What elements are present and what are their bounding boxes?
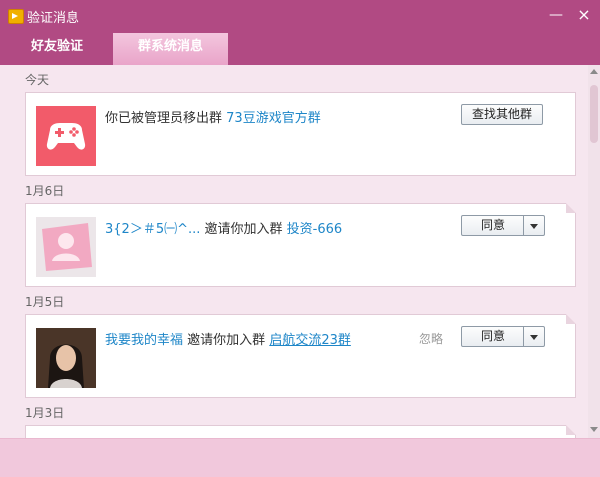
message-text: 3{2＞＃5㈠^... 邀请你加入群 投资-666 xyxy=(105,218,342,237)
tab-friend-verification[interactable]: 好友验证 xyxy=(10,33,104,65)
minimize-button[interactable]: — xyxy=(546,6,566,24)
title-bar: 验证消息 — × xyxy=(0,0,600,33)
scrollbar[interactable] xyxy=(588,65,600,438)
ignore-link[interactable]: 忽略 xyxy=(419,330,443,347)
scroll-thumb[interactable] xyxy=(590,85,598,143)
list-item xyxy=(25,425,576,438)
user-photo xyxy=(36,328,96,388)
group-link[interactable]: 启航交流23群 xyxy=(269,333,351,348)
accept-button[interactable]: 同意 xyxy=(462,216,524,235)
user-link[interactable]: 3{2＞＃5㈠^... xyxy=(105,222,200,237)
scroll-down-icon[interactable] xyxy=(590,427,598,432)
message-text: 我要我的幸福 邀请你加入群 启航交流23群 xyxy=(105,329,351,348)
group-link[interactable]: 投资-666 xyxy=(287,222,343,237)
list-item: 我要我的幸福 邀请你加入群 启航交流23群 忽略 同意 xyxy=(25,314,576,398)
date-header: 今天 xyxy=(25,73,50,87)
group-link[interactable]: 73豆游戏官方群 xyxy=(226,111,321,126)
card-fold xyxy=(566,425,576,435)
date-header: 1月5日 xyxy=(25,295,65,309)
user-link[interactable]: 我要我的幸福 xyxy=(105,333,183,348)
accept-split-button[interactable]: 同意 xyxy=(461,326,545,347)
card-fold xyxy=(566,314,576,324)
tab-bar: 好友验证 群系统消息 xyxy=(0,33,600,65)
message-text: 你已被管理员移出群 73豆游戏官方群 xyxy=(105,107,321,126)
tab-group-system-messages[interactable]: 群系统消息 xyxy=(113,33,228,65)
default-avatar-icon xyxy=(36,217,96,277)
chevron-down-icon[interactable] xyxy=(523,216,544,235)
accept-button[interactable]: 同意 xyxy=(462,327,524,346)
footer-bar xyxy=(0,438,600,477)
gamepad-icon xyxy=(36,106,96,166)
message-action: 邀请你加入群 xyxy=(204,222,283,237)
message-action: 邀请你加入群 xyxy=(187,333,266,348)
window-title: 验证消息 xyxy=(27,11,80,26)
message-list: 今天 你已被管理员移出群 73豆游戏官方群 查找其他群 1月6日 3{2＞＃5㈠… xyxy=(0,65,588,438)
date-header: 1月6日 xyxy=(25,184,65,198)
close-button[interactable]: × xyxy=(574,6,594,24)
date-header: 1月3日 xyxy=(25,406,65,420)
card-fold xyxy=(566,203,576,213)
chevron-down-icon[interactable] xyxy=(523,327,544,346)
speaker-icon xyxy=(8,9,24,24)
accept-split-button[interactable]: 同意 xyxy=(461,215,545,236)
list-item: 你已被管理员移出群 73豆游戏官方群 查找其他群 xyxy=(25,92,576,176)
verification-messages-window: 验证消息 — × 好友验证 群系统消息 今天 你已被管理员移出群 73豆游戏官方… xyxy=(0,0,600,477)
find-other-groups-button[interactable]: 查找其他群 xyxy=(461,104,543,125)
scroll-up-icon[interactable] xyxy=(590,69,598,74)
message-prefix: 你已被管理员移出群 xyxy=(105,111,223,126)
list-item: 3{2＞＃5㈠^... 邀请你加入群 投资-666 同意 xyxy=(25,203,576,287)
